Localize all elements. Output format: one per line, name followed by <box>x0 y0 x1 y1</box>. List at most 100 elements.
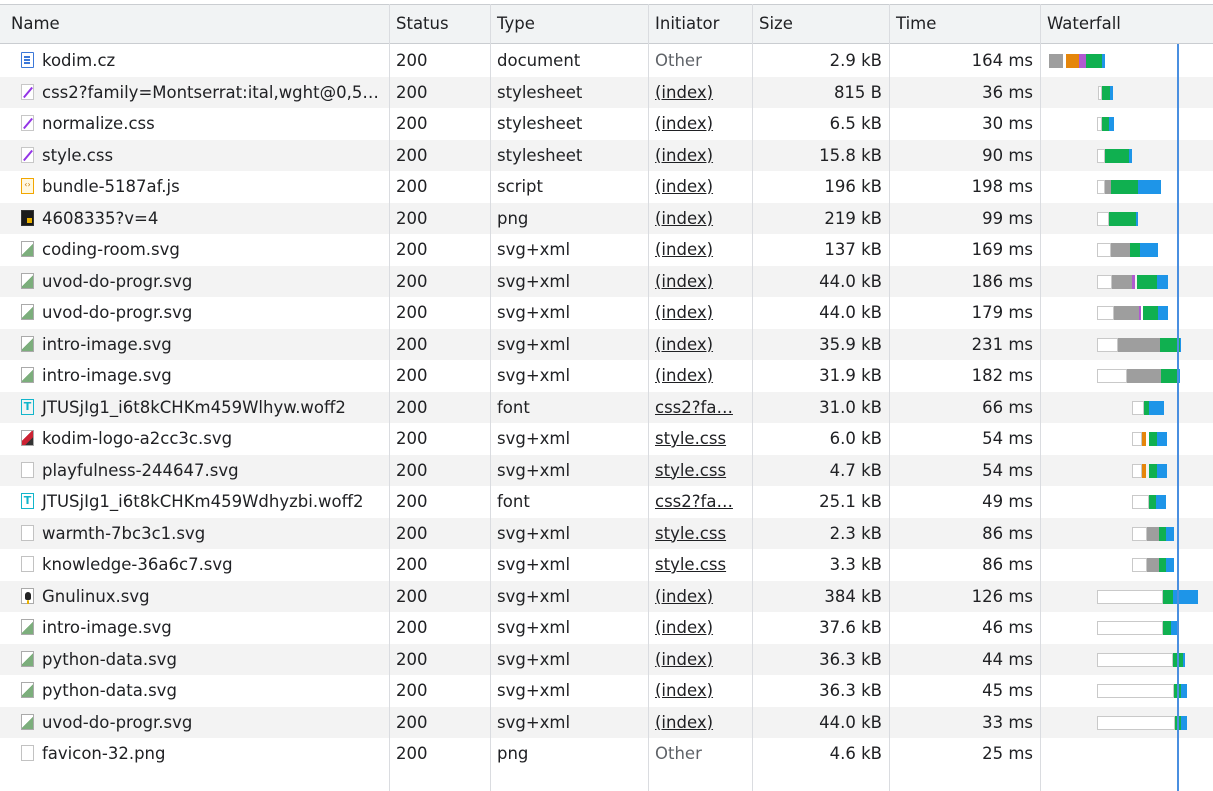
waterfall-segment <box>1111 180 1138 194</box>
cell-status: 200 <box>396 429 428 448</box>
column-header-name[interactable]: Name <box>4 5 389 43</box>
request-row[interactable]: playfulness-244647.svg 200 svg+xml style.cs… <box>0 454 1213 486</box>
initiator-link[interactable]: (index) <box>655 209 713 228</box>
waterfall-row[interactable] <box>1042 171 1213 203</box>
initiator-link[interactable]: (index) <box>655 114 713 133</box>
waterfall-segment <box>1102 85 1110 100</box>
column-divider[interactable] <box>1040 4 1041 791</box>
waterfall-segment <box>1181 684 1187 698</box>
request-row[interactable]: css2?family=Montserrat:ital,wght@0,5… 200… <box>0 76 1213 108</box>
cell-type: svg+xml <box>497 555 571 574</box>
document-icon <box>21 52 34 68</box>
column-header-waterfall[interactable]: Waterfall <box>1040 5 1213 43</box>
waterfall-row[interactable] <box>1042 77 1213 109</box>
initiator-link[interactable]: (index) <box>655 146 713 165</box>
cell-time: 86 ms <box>982 555 1033 574</box>
waterfall-row[interactable] <box>1042 329 1213 361</box>
request-row[interactable]: intro-image.svg 200 svg+xml (index) 37.6 kB 4… <box>0 612 1213 644</box>
waterfall-row[interactable] <box>1042 108 1213 140</box>
request-row[interactable]: intro-image.svg 200 svg+xml (index) 35.9 kB 2… <box>0 328 1213 360</box>
initiator-link[interactable]: (index) <box>655 177 713 196</box>
request-row[interactable]: uvod-do-progr.svg 200 svg+xml (index) 44.0 k… <box>0 297 1213 329</box>
initiator-link[interactable]: (index) <box>655 303 713 322</box>
waterfall-row[interactable] <box>1042 644 1213 676</box>
waterfall-row[interactable] <box>1042 486 1213 518</box>
waterfall-row[interactable] <box>1042 45 1213 77</box>
initiator-link[interactable]: (index) <box>655 335 713 354</box>
initiator-link[interactable]: css2?fa… <box>655 398 733 417</box>
image-icon <box>21 713 34 730</box>
initiator-link[interactable]: (index) <box>655 713 713 732</box>
waterfall-row[interactable] <box>1042 266 1213 298</box>
request-row[interactable]: T JTUSjIg1_i6t8kCHKm459Wdhyzbi.woff2 200 fo… <box>0 486 1213 518</box>
cell-name: intro-image.svg <box>4 612 389 644</box>
waterfall-row[interactable] <box>1042 738 1213 770</box>
column-header-time[interactable]: Time <box>889 5 1040 43</box>
waterfall-row[interactable] <box>1042 203 1213 235</box>
waterfall-row[interactable] <box>1042 549 1213 581</box>
column-divider[interactable] <box>889 4 890 791</box>
waterfall-row[interactable] <box>1042 360 1213 392</box>
column-header-initiator[interactable]: Initiator <box>648 5 752 43</box>
request-row[interactable]: intro-image.svg 200 svg+xml (index) 31.9 kB 1… <box>0 360 1213 392</box>
waterfall-row[interactable] <box>1042 234 1213 266</box>
column-header-type[interactable]: Type <box>490 5 648 43</box>
request-row[interactable]: knowledge-36a6c7.svg 200 svg+xml style.css 3… <box>0 549 1213 581</box>
column-header-status[interactable]: Status <box>389 5 490 43</box>
request-name: python-data.svg <box>42 681 177 700</box>
waterfall-row[interactable] <box>1042 423 1213 455</box>
request-row[interactable]: ‹› bundle-5187af.js 200 script (index) 196 kB… <box>0 171 1213 203</box>
initiator-link[interactable]: (index) <box>655 681 713 700</box>
waterfall-row[interactable] <box>1042 675 1213 707</box>
waterfall-segment <box>1163 621 1171 635</box>
column-divider[interactable] <box>752 4 753 791</box>
initiator-link[interactable]: style.css <box>655 555 726 574</box>
waterfall-row[interactable] <box>1042 392 1213 424</box>
initiator-link[interactable]: style.css <box>655 461 726 480</box>
column-divider[interactable] <box>389 4 390 791</box>
initiator-link[interactable]: (index) <box>655 650 713 669</box>
waterfall-row[interactable] <box>1042 581 1213 613</box>
request-row[interactable]: uvod-do-progr.svg 200 svg+xml (index) 44.0 k… <box>0 265 1213 297</box>
waterfall-segment <box>1097 243 1111 257</box>
request-row[interactable]: warmth-7bc3c1.svg 200 svg+xml style.css 2.3 … <box>0 517 1213 549</box>
initiator-link[interactable]: (index) <box>655 83 713 102</box>
cell-size: 2.3 kB <box>829 523 882 543</box>
request-row[interactable]: 4608335?v=4 200 png (index) 219 kB 99 ms <box>0 202 1213 234</box>
waterfall-row[interactable] <box>1042 612 1213 644</box>
cell-time: 54 ms <box>982 429 1033 448</box>
request-row[interactable]: normalize.css 200 stylesheet (index) 6.5 kB 3… <box>0 108 1213 140</box>
cell-time: 164 ms <box>971 51 1033 70</box>
column-header-size[interactable]: Size <box>752 5 889 43</box>
waterfall-segment <box>1132 495 1149 509</box>
request-row[interactable]: Gnulinux.svg 200 svg+xml (index) 384 kB 126 m… <box>0 580 1213 612</box>
request-row[interactable]: kodim-logo-a2cc3c.svg 200 svg+xml style.css… <box>0 423 1213 455</box>
load-event-marker <box>1177 44 1179 791</box>
initiator-link[interactable]: (index) <box>655 272 713 291</box>
initiator-link[interactable]: (index) <box>655 240 713 259</box>
initiator-link[interactable]: style.css <box>655 429 726 448</box>
waterfall-row[interactable] <box>1042 707 1213 739</box>
request-row[interactable]: coding-room.svg 200 svg+xml (index) 137 kB 16… <box>0 234 1213 266</box>
initiator-link[interactable]: css2?fa… <box>655 492 733 511</box>
column-divider[interactable] <box>648 4 649 791</box>
initiator-link[interactable]: (index) <box>655 618 713 637</box>
initiator-link[interactable]: style.css <box>655 524 726 543</box>
request-row[interactable]: python-data.svg 200 svg+xml (index) 36.3 kB 4… <box>0 643 1213 675</box>
initiator-link[interactable]: (index) <box>655 366 713 385</box>
waterfall-segment <box>1183 652 1185 667</box>
waterfall-row[interactable] <box>1042 455 1213 487</box>
stylesheet-icon <box>21 146 34 163</box>
request-row[interactable]: favicon-32.png 200 png Other 4.6 kB 25 ms <box>0 738 1213 770</box>
waterfall-row[interactable] <box>1042 518 1213 550</box>
cell-size: 219 kB <box>824 208 882 228</box>
waterfall-row[interactable] <box>1042 297 1213 329</box>
request-row[interactable]: python-data.svg 200 svg+xml (index) 36.3 kB 4… <box>0 675 1213 707</box>
request-row[interactable]: uvod-do-progr.svg 200 svg+xml (index) 44.0 k… <box>0 706 1213 738</box>
waterfall-row[interactable] <box>1042 140 1213 172</box>
request-row[interactable]: T JTUSjIg1_i6t8kCHKm459Wlhyw.woff2 200 font… <box>0 391 1213 423</box>
request-row[interactable]: kodim.cz 200 document Other 2.9 kB 164 ms <box>0 45 1213 77</box>
initiator-link[interactable]: (index) <box>655 587 713 606</box>
column-divider[interactable] <box>490 4 491 791</box>
request-row[interactable]: style.css 200 stylesheet (index) 15.8 kB 90 m… <box>0 139 1213 171</box>
